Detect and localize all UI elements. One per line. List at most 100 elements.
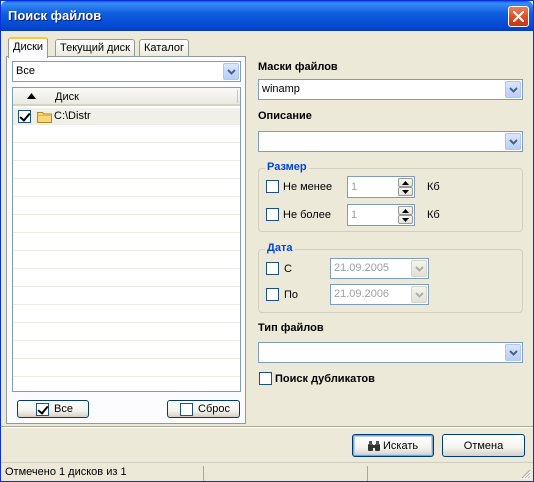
select-all-check-icon [36,403,49,416]
sort-ascending-icon [27,93,36,99]
chevron-down-icon [415,292,424,298]
empty-row [13,324,240,341]
file-masks-value: winamp [262,83,300,95]
date-to-checkbox[interactable] [266,288,279,301]
chevron-down-icon [227,69,236,75]
tab-disks[interactable]: Диски [8,37,49,58]
size-min-unit: Кб [427,181,440,193]
cancel-button-label: Отмена [463,440,504,452]
duplicates-checkbox[interactable] [259,372,272,385]
empty-row [13,378,240,391]
size-min-down-button[interactable] [398,187,413,196]
drive-filter-value: Все [16,65,35,77]
empty-row [13,252,240,269]
chevron-down-icon [509,87,518,93]
date-from-dropdown-button[interactable] [411,260,427,277]
window-title: Поиск файлов [8,8,102,23]
empty-row [13,180,240,197]
spin-up-icon [402,181,409,185]
empty-row [13,198,240,215]
empty-row [13,360,240,377]
drive-row-label: C:\Distr [54,110,91,122]
date-to-dropdown-button[interactable] [411,286,427,303]
empty-row [13,126,240,143]
file-masks-input[interactable]: winamp [258,79,523,100]
binoculars-icon [368,441,380,451]
size-max-label: Не более [283,209,331,221]
date-from-checkbox[interactable] [266,262,279,275]
size-min-up-button[interactable] [398,178,413,187]
empty-row [13,342,240,359]
filetype-label: Тип файлов [258,322,324,334]
status-text: Отмечено 1 дисков из 1 [5,466,127,478]
empty-row [13,270,240,287]
search-files-dialog: Поиск файлов Диски Текущий диск Каталог … [0,0,534,482]
date-from-label: С [284,263,292,275]
size-min-value: 1 [351,181,358,193]
drive-row-checkbox[interactable] [18,110,31,123]
drive-filter-select[interactable]: Все [12,61,241,82]
drive-row[interactable]: C:\Distr [13,108,240,125]
folder-icon [37,112,52,123]
date-from-value: 21.09.2005 [334,262,390,274]
status-panel-divider [203,466,204,481]
date-to-picker[interactable]: 21.09.2006 [330,284,429,305]
tab-catalog[interactable]: Каталог [139,39,189,57]
reset-box-icon [180,403,193,416]
filetype-select[interactable] [258,342,523,363]
size-max-checkbox[interactable] [266,208,279,221]
description-label: Описание [258,110,312,122]
description-input[interactable] [258,131,523,152]
size-max-value: 1 [351,209,358,221]
empty-row [13,306,240,323]
size-max-down-button[interactable] [398,215,413,224]
status-bar: Отмечено 1 дисков из 1 [1,462,533,481]
size-min-spinner[interactable]: 1 [347,176,415,198]
drive-list-header[interactable]: Диск [13,88,240,106]
search-button-label: Искать [383,440,419,452]
date-group-title: Дата [265,242,295,254]
drive-filter-dropdown-button[interactable] [223,63,239,80]
masks-label: Маски файлов [258,61,338,73]
spin-down-icon [402,190,409,194]
search-button[interactable]: Искать [352,434,434,457]
column-header-disk: Диск [55,91,79,103]
size-group-title: Размер [265,161,309,173]
disks-panel: Все Диск C:\Distr Все Сброс [6,56,246,424]
drive-list[interactable]: Диск C:\Distr [12,87,241,392]
size-max-unit: Кб [427,209,440,221]
date-to-label: По [284,289,299,301]
cancel-button[interactable]: Отмена [442,434,525,457]
filetype-dropdown-button[interactable] [505,344,521,361]
chevron-down-icon [509,139,518,145]
status-panel-divider [367,466,368,481]
date-from-picker[interactable]: 21.09.2005 [330,258,429,279]
description-dropdown-button[interactable] [505,133,521,150]
duplicates-label: Поиск дубликатов [275,373,375,385]
date-to-value: 21.09.2006 [334,288,390,300]
select-all-button[interactable]: Все [17,400,89,418]
title-bar[interactable]: Поиск файлов [1,1,533,31]
empty-row [13,216,240,233]
size-max-spinner[interactable]: 1 [347,204,415,226]
tab-current-disk[interactable]: Текущий диск [55,39,135,57]
reset-label: Сброс [198,403,230,415]
file-masks-dropdown-button[interactable] [505,81,521,98]
size-max-up-button[interactable] [398,206,413,215]
close-button[interactable] [508,6,529,27]
empty-row [13,162,240,179]
size-min-checkbox[interactable] [266,180,279,193]
spin-up-icon [402,209,409,213]
size-min-label: Не менее [283,181,333,193]
size-grip-icon[interactable] [520,468,531,479]
select-all-label: Все [54,403,73,415]
chevron-down-icon [415,266,424,272]
chevron-down-icon [509,350,518,356]
reset-button[interactable]: Сброс [167,400,240,418]
close-icon [513,11,524,22]
empty-row [13,144,240,161]
spin-down-icon [402,218,409,222]
bottom-separator [1,426,533,428]
column-separator[interactable] [237,90,238,103]
empty-row [13,288,240,305]
